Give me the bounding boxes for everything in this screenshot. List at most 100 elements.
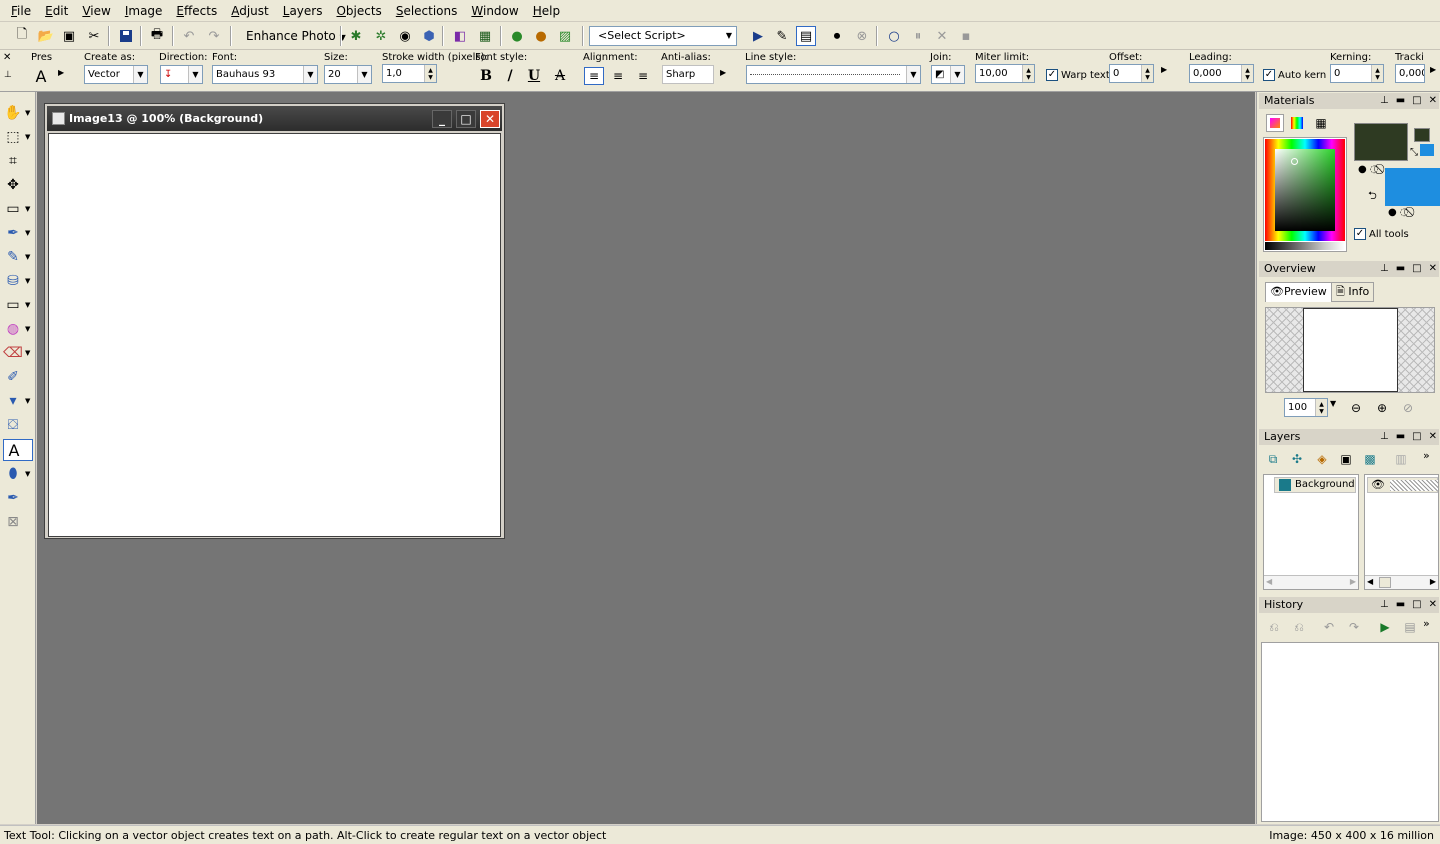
minimize-icon[interactable]: ▬	[1396, 93, 1405, 109]
green-globe-icon[interactable]: ●	[507, 26, 527, 46]
redo-icon[interactable]: ↷	[204, 26, 224, 46]
menu-window[interactable]: Window	[464, 0, 525, 22]
color-style-icon[interactable]: ●	[1358, 164, 1367, 175]
frame-tab-icon[interactable]	[1266, 114, 1284, 132]
pick-tool[interactable]: ⬚ ▼	[3, 126, 33, 148]
chevron-right-icon[interactable]: ▶	[1350, 577, 1356, 586]
image-window[interactable]: Image13 @ 100% (Background) _ □ ✕	[44, 103, 505, 539]
close-icon[interactable]: ✕	[1429, 93, 1437, 109]
kerning-input[interactable]: 0 ▲ ▼	[1330, 64, 1384, 83]
chevron-left-icon[interactable]: ◀	[1367, 577, 1373, 586]
layer-properties-list[interactable]: 👁 ◀ ▶	[1364, 474, 1439, 590]
leading-input[interactable]: 0,000 ▲ ▼	[1189, 64, 1254, 83]
minimize-icon[interactable]: _	[432, 110, 452, 128]
chevron-right-icon[interactable]: ▶	[720, 68, 726, 77]
swatches-tab-icon[interactable]: ▦	[1312, 114, 1330, 132]
start-recording-icon[interactable]: ○	[884, 26, 904, 46]
save-script-icon[interactable]: ▤	[1401, 618, 1419, 636]
tab-info[interactable]: 🗎 Info	[1331, 282, 1375, 302]
grayscale-strip[interactable]	[1265, 242, 1345, 250]
orange-globe-icon[interactable]: ●	[531, 26, 551, 46]
dropper-tool[interactable]: ✒ ▼	[3, 222, 33, 244]
eraser-tool[interactable]: ⌫ ▼	[3, 342, 33, 364]
menu-edit[interactable]: Edit	[38, 0, 75, 22]
overview-preview[interactable]	[1265, 307, 1435, 393]
pin-icon[interactable]: ⊥	[1380, 261, 1389, 277]
delete-layer-icon[interactable]: ▥	[1392, 450, 1410, 468]
undo-selected-icon[interactable]: ⎌	[1265, 618, 1283, 636]
mask-layer-icon[interactable]: ▣	[1337, 450, 1355, 468]
warp-brush-tool[interactable]: ⊠	[3, 511, 33, 533]
record-script-icon[interactable]: ⏺	[827, 26, 847, 46]
minimize-icon[interactable]: ▬	[1396, 429, 1405, 445]
underline-button[interactable]: U	[524, 67, 544, 85]
menu-view[interactable]: View	[75, 0, 117, 22]
zoom-in-icon[interactable]: ⊕	[1373, 399, 1391, 417]
menu-objects[interactable]: Objects	[329, 0, 388, 22]
pan-tool[interactable]: ✋ ▼	[3, 102, 33, 124]
size-dropdown[interactable]: 20 ▼	[324, 65, 372, 84]
select-script-dropdown[interactable]: <Select Script> ▼	[589, 26, 737, 46]
close-icon[interactable]: ✕	[1429, 429, 1437, 445]
overview-viewport[interactable]	[1303, 308, 1398, 392]
history-list[interactable]	[1261, 642, 1439, 822]
layer-properties-scrollbar[interactable]: ◀ ▶	[1365, 575, 1438, 589]
print-icon[interactable]: 🖶	[147, 26, 167, 46]
layer-properties-row[interactable]: 👁	[1367, 477, 1438, 493]
gradient-style-icon[interactable]: ◌	[1370, 164, 1379, 175]
warp-text-checkbox[interactable]: ✓ Warp text	[1046, 69, 1110, 81]
more-icon[interactable]: »	[1423, 617, 1430, 630]
offset-input[interactable]: 0 ▲ ▼	[1109, 64, 1154, 83]
color-style-icon[interactable]: ●	[1388, 207, 1397, 218]
spin-icon[interactable]: ▲ ▼	[1022, 65, 1034, 82]
chevron-right-icon[interactable]: ▶	[1161, 65, 1167, 74]
gradient-style-icon[interactable]: ◌	[1400, 207, 1409, 218]
tab-preview[interactable]: 👁Preview	[1265, 282, 1332, 302]
menu-adjust[interactable]: Adjust	[224, 0, 276, 22]
makeover-icon[interactable]: ⬢	[419, 26, 439, 46]
miter-limit-input[interactable]: 10,00 ▲ ▼	[975, 64, 1035, 83]
flood-fill-tool[interactable]: ⛋	[3, 414, 33, 436]
spin-icon[interactable]: ▲ ▼	[1141, 65, 1153, 82]
menu-layers[interactable]: Layers	[276, 0, 330, 22]
redo-selected-icon[interactable]: ⎌	[1290, 618, 1308, 636]
layers-list[interactable]: Background ◀ ▶	[1263, 474, 1359, 590]
create-as-dropdown[interactable]: Vector ▼	[84, 65, 148, 84]
enhance-photo-button[interactable]: Enhance Photo ▼	[240, 26, 352, 46]
chevron-right-icon[interactable]: ▶	[1430, 577, 1436, 586]
pin-icon[interactable]: ⊥	[1380, 597, 1389, 613]
art-brush-tool[interactable]: ✐	[3, 366, 33, 388]
strikethrough-button[interactable]: A	[550, 67, 570, 85]
new-layer-icon[interactable]: ⧉	[1264, 450, 1282, 468]
landscape-icon[interactable]: ▨	[555, 26, 575, 46]
image-window-titlebar[interactable]: Image13 @ 100% (Background) _ □ ✕	[47, 106, 502, 131]
smart-photo-fix-icon[interactable]: ✲	[371, 26, 391, 46]
maximize-icon[interactable]: □	[1412, 93, 1421, 109]
maximize-icon[interactable]: □	[1412, 429, 1421, 445]
text-preset-icon[interactable]: A	[31, 67, 51, 86]
new-vector-layer-icon[interactable]: ✣	[1288, 450, 1306, 468]
direction-dropdown[interactable]: ↧ ▼	[160, 65, 203, 84]
spin-icon[interactable]: ▲ ▼	[1315, 399, 1327, 416]
menu-effects[interactable]: Effects	[169, 0, 224, 22]
more-icon[interactable]: »	[1423, 449, 1430, 462]
background-mini-swatch[interactable]	[1420, 144, 1434, 156]
chevron-right-icon[interactable]: ▶	[1430, 65, 1436, 74]
anti-alias-dropdown[interactable]: Sharp	[662, 65, 714, 84]
paint-brush-tool[interactable]: ✎ ▼	[3, 246, 33, 268]
layers-scrollbar[interactable]: ◀ ▶	[1264, 575, 1358, 589]
adjustment-layer-icon[interactable]: ◈	[1313, 450, 1331, 468]
auto-kern-checkbox[interactable]: ✓ Auto kern	[1263, 69, 1326, 81]
script-edit-icon[interactable]: ✎	[772, 26, 792, 46]
eye-icon[interactable]: 👁	[1371, 478, 1385, 491]
foreground-swatch[interactable]	[1354, 123, 1408, 161]
portrait-icon[interactable]: ◧	[450, 26, 470, 46]
opacity-bar[interactable]	[1390, 480, 1438, 491]
align-center-icon[interactable]: ≡	[608, 67, 628, 85]
close-icon[interactable]: ✕	[480, 110, 500, 128]
script-mode-icon[interactable]: ▤	[796, 26, 816, 46]
minimize-icon[interactable]: ▬	[1396, 261, 1405, 277]
scroll-thumb[interactable]	[1379, 577, 1391, 588]
rainbow-tab-icon[interactable]	[1288, 114, 1306, 132]
font-dropdown[interactable]: Bauhaus 93 ▼	[212, 65, 318, 84]
